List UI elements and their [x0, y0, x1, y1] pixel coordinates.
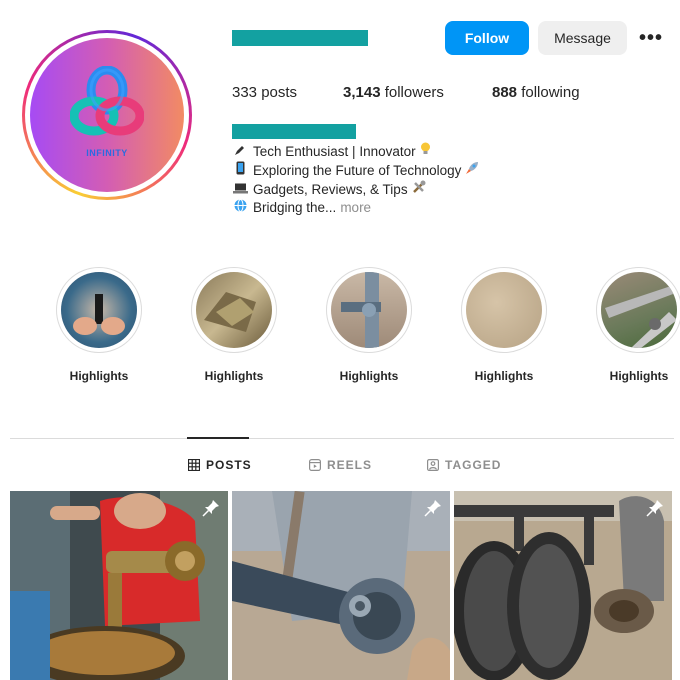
post-thumbnail[interactable]: [10, 491, 228, 680]
bio-line-text: Gadgets, Reviews, & Tips: [253, 181, 408, 197]
tab-posts[interactable]: POSTS: [187, 458, 252, 472]
lightbulb-icon: [420, 142, 431, 161]
grid-icon: [187, 458, 201, 472]
message-button[interactable]: Message: [538, 21, 627, 55]
display-name-redacted: [232, 124, 356, 139]
highlight-label: Highlights: [339, 369, 399, 383]
highlight-label: Highlights: [609, 369, 669, 383]
phone-icon: [232, 161, 248, 180]
bio-more-link[interactable]: more: [340, 199, 371, 217]
globe-icon: [232, 199, 248, 217]
highlight-image: [331, 272, 407, 348]
followers-stat[interactable]: 3,143 followers: [343, 84, 444, 101]
highlight-item[interactable]: Highlights: [56, 267, 142, 383]
reels-icon: [309, 459, 322, 472]
followers-label: followers: [384, 84, 444, 101]
following-count: 888: [492, 84, 518, 101]
tab-reels[interactable]: REELS: [309, 458, 372, 472]
tab-label: POSTS: [206, 458, 252, 472]
post-image: [454, 491, 672, 680]
bio: Tech Enthusiast | Innovator Exploring th…: [232, 142, 479, 217]
highlight-image: [466, 272, 542, 348]
highlight-ring: [461, 267, 547, 353]
tabs-divider: [10, 438, 674, 439]
bio-line: Tech Enthusiast | Innovator: [232, 142, 479, 161]
pin-icon: [424, 499, 442, 517]
highlight-ring: [326, 267, 412, 353]
avatar[interactable]: INFINITY: [30, 38, 184, 192]
pin-icon: [202, 499, 220, 517]
laptop-icon: [232, 181, 248, 199]
tab-label: REELS: [327, 458, 373, 472]
posts-stat: 333 posts: [232, 84, 297, 101]
more-options-icon[interactable]: •••: [636, 27, 666, 49]
username-redacted: [232, 30, 368, 46]
pin-icon: [646, 499, 664, 517]
highlight-ring: [191, 267, 277, 353]
tools-icon: [412, 180, 426, 199]
bio-line: Exploring the Future of Technology: [232, 161, 479, 180]
highlight-ring: [56, 267, 142, 353]
highlight-image: [601, 272, 677, 348]
tagged-icon: [427, 459, 440, 472]
posts-count: 333: [232, 84, 258, 101]
bio-line-text: Tech Enthusiast | Innovator: [253, 143, 416, 159]
pen-icon: [232, 143, 248, 161]
infinity-logo-icon: [70, 66, 144, 136]
tab-label: TAGGED: [445, 458, 502, 472]
highlight-item[interactable]: Highlights: [326, 267, 412, 383]
post-thumbnail[interactable]: [454, 491, 672, 680]
post-thumbnail[interactable]: [232, 491, 450, 680]
tab-tagged[interactable]: TAGGED: [427, 458, 501, 472]
highlight-label: Highlights: [474, 369, 534, 383]
follow-button[interactable]: Follow: [445, 21, 529, 55]
following-label: following: [521, 84, 580, 101]
bio-line-text: Exploring the Future of Technology: [253, 162, 462, 178]
highlight-ring: [596, 267, 680, 353]
highlight-image: [61, 272, 137, 348]
bio-line: Bridging the... more: [232, 199, 479, 217]
followers-count: 3,143: [343, 84, 381, 101]
highlight-label: Highlights: [69, 369, 129, 383]
highlight-image: [196, 272, 272, 348]
highlight-item[interactable]: Highlights: [596, 267, 680, 383]
avatar-logo-text: INFINITY: [86, 148, 128, 158]
rocket-icon: [465, 161, 479, 180]
highlight-item[interactable]: Highlights: [191, 267, 277, 383]
highlight-label: Highlights: [204, 369, 264, 383]
bio-line-text: Bridging the...: [253, 200, 337, 215]
post-image: [10, 491, 228, 680]
highlight-item[interactable]: Highlights: [461, 267, 547, 383]
posts-label: posts: [261, 84, 298, 101]
profile-avatar-ring[interactable]: INFINITY: [22, 30, 192, 200]
profile-page: INFINITY Follow Message ••• 333 posts 3,…: [0, 0, 680, 680]
post-image: [232, 491, 450, 680]
bio-line: Gadgets, Reviews, & Tips: [232, 180, 479, 199]
following-stat[interactable]: 888 following: [492, 84, 580, 101]
active-tab-indicator: [187, 437, 249, 439]
